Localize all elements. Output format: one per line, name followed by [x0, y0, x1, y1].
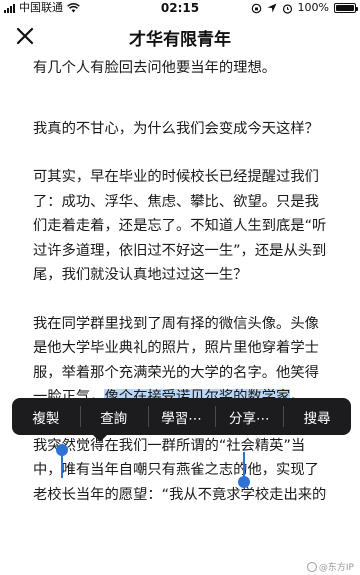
- status-right: 100%: [251, 0, 358, 16]
- article-paragraph: 我突然觉得在我们一群所谓的“社会精英”当中，唯有当年自嘲只有燕雀之志的他，实现了…: [33, 434, 331, 508]
- article-body: 有几个人有脸回去问他要当年的理想。我真的不甘心，为什么我们会变成今天这样？ 可其实…: [33, 56, 331, 531]
- selection-start-handle[interactable]: [56, 444, 68, 480]
- article-paragraph: 可其实，早在毕业的时候校长已经提醒过我们了：成功、浮华、焦虑、攀比、欲望。只是我…: [33, 165, 331, 288]
- article-paragraph: 我在同学群里找到了周有择的微信头像。头像是他大学毕业典礼的照片，照片里他穿着学士…: [33, 312, 331, 410]
- menu-pointer: [93, 435, 107, 442]
- paragraph-text: 我真的不甘心，为什么我们会变成今天这样？: [33, 120, 319, 137]
- close-button[interactable]: [12, 23, 38, 49]
- watermark-text: @东方IP: [318, 563, 354, 573]
- battery-percent: 100%: [297, 1, 329, 14]
- paragraph-text: 我突然觉得在我们一群所谓的“社会精英”当中，唯有当年自嘲只有燕雀之志的他，实现了…: [33, 437, 327, 503]
- status-bar: 中国联通 02:15 100%: [0, 0, 360, 16]
- page-title: 才华有限青年: [129, 30, 231, 50]
- menu-item-share[interactable]: 分享⋯: [215, 398, 283, 435]
- text-selection-menu: 複製 查詢 學習⋯ 分享⋯ 搜尋: [12, 398, 351, 435]
- menu-item-learn[interactable]: 學習⋯: [147, 398, 216, 435]
- orientation-lock-icon: [251, 3, 261, 13]
- screen: 中国联通 02:15 100% 才华有限青年 有几个人有脸回去问他要当年的理想。…: [0, 0, 360, 575]
- selection-end-handle[interactable]: [238, 452, 250, 488]
- paragraph-text: 有几个人有脸回去问他要当年的理想。: [33, 60, 277, 76]
- battery-icon: [334, 3, 358, 13]
- battery-fill: [336, 5, 354, 11]
- close-icon: [16, 27, 34, 45]
- location-icon: [267, 3, 277, 13]
- menu-item-lookup[interactable]: 查詢: [79, 398, 148, 435]
- article-paragraph: 我真的不甘心，为什么我们会变成今天这样？: [33, 117, 331, 142]
- watermark: @东方IP: [306, 560, 354, 573]
- article-paragraph: 有几个人有脸回去问他要当年的理想。: [33, 56, 331, 81]
- paragraph-text: 可其实，早在毕业的时候校长已经提醒过我们了：成功、浮华、焦虑、攀比、欲望。只是我…: [33, 169, 327, 283]
- alarm-icon: [282, 3, 292, 14]
- menu-item-search[interactable]: 搜尋: [283, 398, 351, 435]
- watermark-logo-icon: [306, 561, 317, 572]
- menu-item-copy[interactable]: 複製: [12, 398, 80, 435]
- nav-bar: 才华有限青年: [0, 16, 360, 56]
